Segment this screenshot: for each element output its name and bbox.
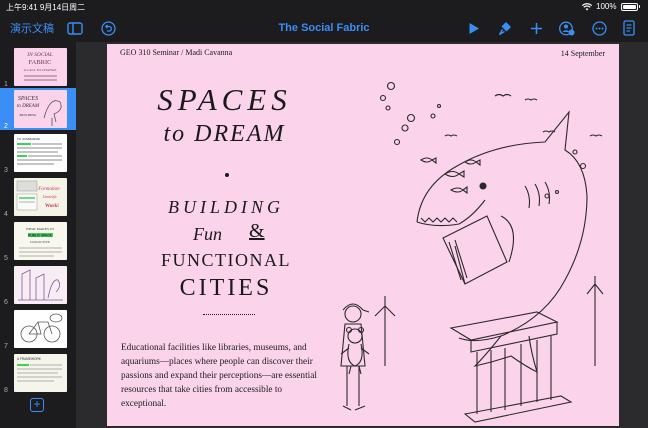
title-separator-dot [225,173,229,177]
shark-reading-illustration [340,81,604,423]
subtitle-fun: Fun [193,224,222,244]
slide-header-course: GEO 310 Seminar / Madi Cavanna [120,48,233,57]
svg-text:PUBLIC SPACE: PUBLIC SPACE [28,234,52,238]
slide-thumbnail-7[interactable]: 7 [0,310,76,350]
svg-text:IN SOCIAL: IN SOCIAL [26,52,53,58]
svg-text:WHAT MAKES US: WHAT MAKES US [26,227,55,231]
status-time: 上午9:41 9月14日周二 [6,3,86,12]
slide-thumbnail-6[interactable]: 6 [0,266,76,306]
battery-icon [620,2,638,11]
svg-text:TO SUMMARIZE: TO SUMMARIZE [17,137,40,141]
add-slide-button[interactable]: + [30,398,44,412]
slide-body-text: Educational facilities like libraries, m… [121,343,317,409]
slide-title-to-dream: to DREAM [163,121,286,147]
status-bar: 上午9:41 9月14日周二 100% [0,0,648,14]
undo-icon[interactable] [99,18,117,38]
sidebar-toggle-icon[interactable] [66,18,84,38]
play-icon[interactable] [466,18,482,38]
slide-title-spaces: SPACES [157,82,292,117]
subtitle-cities: CITIES [179,275,273,301]
slide-thumbnail-1[interactable]: IN SOCIAL FABRIC A CALL TO CHANGE 1 [0,48,76,88]
svg-text:FABRIC: FABRIC [29,59,52,66]
subtitle-ampersand: & [249,220,265,242]
presentations-button[interactable]: 演示文稿 [10,18,54,38]
toolbar: 演示文稿 The Social Fabric [0,14,648,42]
svg-text:Formation: Formation [37,187,60,192]
slide-thumbnail-8[interactable]: A FRAMEWORK 8 [0,354,76,394]
more-icon[interactable] [591,18,607,38]
svg-text:A CALL TO CHANGE: A CALL TO CHANGE [23,68,56,72]
subtitle-building: BUILDING [168,197,284,217]
status-right: 100% [582,2,640,11]
svg-text:COLLECTIVE: COLLECTIVE [30,240,50,244]
slide-header-date: 14 September [560,49,605,58]
current-slide[interactable]: GEO 310 Seminar / Madi Cavanna 14 Septem… [107,44,619,426]
document-icon[interactable] [621,18,637,38]
slide-thumbnail-5[interactable]: WHAT MAKES US PUBLIC SPACE COLLECTIVE 5 [0,222,76,262]
slide-thumbnail-4[interactable]: Formation Gentrific Work! 4 [0,178,76,218]
slide-thumbnail-2[interactable]: SPACES to DREAM BUILDING 2 [0,88,76,130]
slide-thumbnail-3[interactable]: TO SUMMARIZE 3 [0,134,76,174]
svg-text:A FRAMEWORK: A FRAMEWORK [17,357,42,361]
collaborate-icon[interactable] [558,18,576,38]
subtitle-functional: FUNCTIONAL [161,250,291,270]
slide-canvas: GEO 310 Seminar / Madi Cavanna 14 Septem… [76,42,648,428]
svg-text:Work!: Work! [45,204,59,209]
dotted-divider [203,314,255,315]
document-title: The Social Fabric [278,22,370,34]
battery-percent: 100% [596,2,617,11]
format-brush-icon[interactable] [497,18,513,38]
slide-navigator: IN SOCIAL FABRIC A CALL TO CHANGE 1 SPACES… [0,42,76,428]
svg-text:SPACES: SPACES [18,96,38,102]
add-icon[interactable] [528,18,544,38]
svg-text:BUILDING: BUILDING [20,113,37,117]
wifi-icon [582,2,593,10]
svg-text:Gentrific: Gentrific [43,194,58,199]
svg-text:to DREAM: to DREAM [17,104,40,109]
